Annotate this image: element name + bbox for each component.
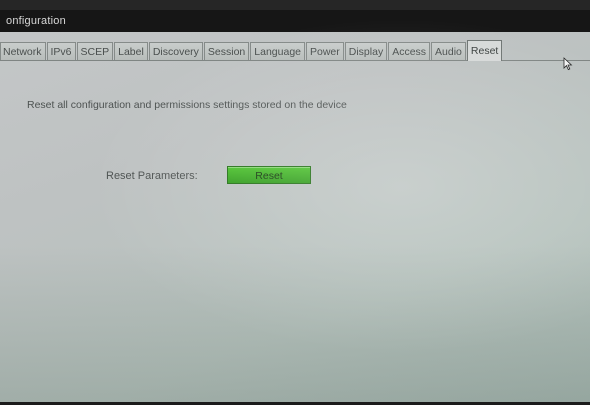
configuration-window: onfiguration Network IPv6 SCEP Label Dis…: [0, 10, 590, 402]
tab-power[interactable]: Power: [306, 42, 344, 60]
window-title: onfiguration: [6, 15, 66, 27]
tab-scep[interactable]: SCEP: [76, 42, 114, 60]
tab-ipv6[interactable]: IPv6: [46, 42, 76, 60]
window-title-bar: onfiguration: [0, 10, 590, 32]
tab-reset[interactable]: Reset: [466, 40, 503, 61]
settings-tab-bar: Network IPv6 SCEP Label Discovery Sessio…: [0, 38, 590, 61]
tab-display[interactable]: Display: [344, 42, 388, 60]
mouse-pointer-icon: [563, 57, 573, 71]
reset-button[interactable]: Reset: [227, 166, 311, 184]
tab-access[interactable]: Access: [388, 42, 431, 60]
tab-network[interactable]: Network: [0, 42, 46, 60]
tab-label[interactable]: Label: [114, 42, 148, 60]
reset-description: Reset all configuration and permissions …: [27, 99, 347, 111]
tab-audio[interactable]: Audio: [431, 42, 466, 60]
tab-session[interactable]: Session: [203, 42, 250, 60]
reset-parameters-label: Reset Parameters:: [106, 170, 198, 182]
tab-discovery[interactable]: Discovery: [148, 42, 203, 60]
tab-language[interactable]: Language: [250, 42, 305, 60]
